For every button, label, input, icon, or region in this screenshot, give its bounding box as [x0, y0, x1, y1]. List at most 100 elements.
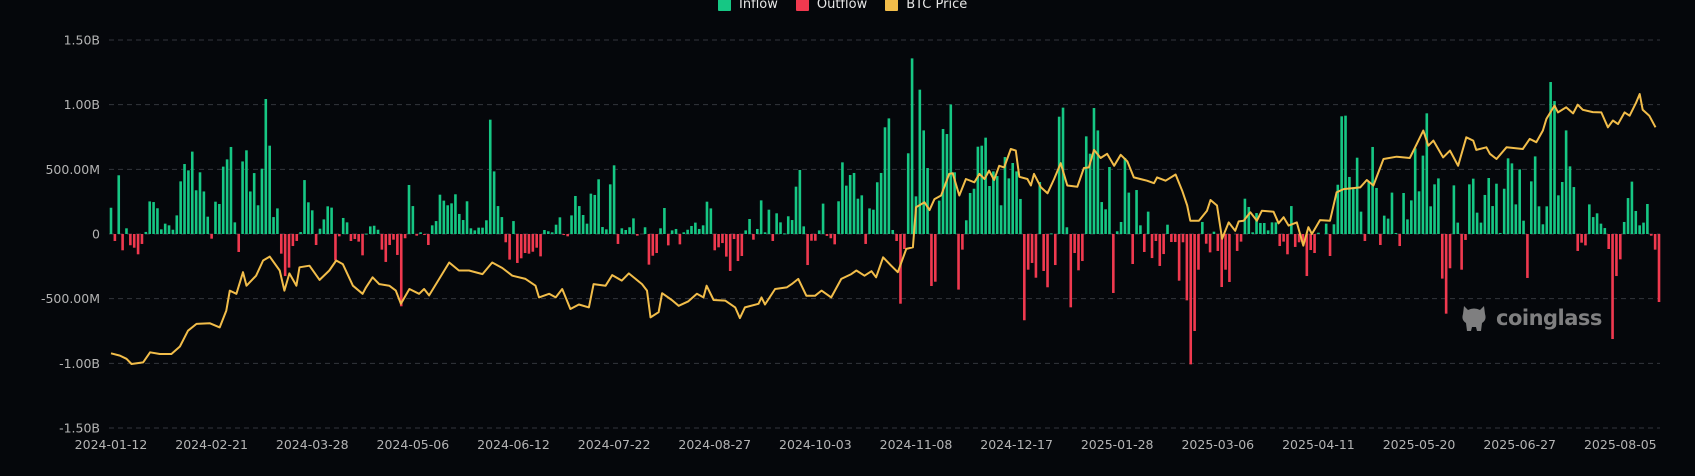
inflow-bar[interactable] — [1119, 221, 1123, 234]
outflow-bar[interactable] — [334, 234, 337, 261]
inflow-bar[interactable] — [434, 221, 438, 234]
inflow-bar[interactable] — [1135, 190, 1138, 234]
outflow-bar[interactable] — [732, 234, 736, 240]
inflow-bar[interactable] — [1266, 230, 1270, 234]
legend-inflow[interactable]: Inflow — [718, 0, 778, 12]
inflow-bar[interactable] — [841, 162, 844, 234]
inflow-bar[interactable] — [783, 233, 786, 235]
inflow-bar[interactable] — [117, 175, 121, 234]
outflow-bar[interactable] — [1309, 234, 1312, 251]
outflow-bar[interactable] — [1526, 234, 1529, 278]
inflow-bar[interactable] — [1410, 200, 1413, 234]
inflow-bar[interactable] — [976, 146, 980, 234]
inflow-bar[interactable] — [167, 225, 171, 234]
inflow-bar[interactable] — [1588, 204, 1591, 234]
outflow-bar[interactable] — [1185, 234, 1189, 301]
inflow-bar[interactable] — [488, 119, 492, 234]
outflow-bar[interactable] — [810, 234, 813, 241]
inflow-bar[interactable] — [1603, 228, 1607, 234]
outflow-bar[interactable] — [132, 234, 136, 248]
inflow-bar[interactable] — [624, 229, 628, 234]
inflow-bar[interactable] — [593, 194, 597, 234]
inflow-bar[interactable] — [1274, 222, 1278, 234]
inflow-bar[interactable] — [852, 172, 856, 234]
inflow-bar[interactable] — [198, 172, 202, 234]
outflow-bar[interactable] — [1278, 234, 1282, 247]
inflow-bar[interactable] — [1251, 232, 1254, 234]
inflow-bar[interactable] — [307, 202, 310, 234]
inflow-bar[interactable] — [1471, 178, 1475, 234]
inflow-bar[interactable] — [1270, 222, 1274, 234]
outflow-bar[interactable] — [357, 234, 360, 242]
outflow-bar[interactable] — [713, 234, 717, 251]
outflow-bar[interactable] — [1026, 234, 1030, 270]
inflow-bar[interactable] — [163, 223, 167, 234]
outflow-bar[interactable] — [1046, 234, 1049, 288]
inflow-bar[interactable] — [1429, 206, 1432, 234]
inflow-bar[interactable] — [1371, 146, 1374, 234]
inflow-bar[interactable] — [1417, 191, 1421, 234]
outflow-bar[interactable] — [1657, 234, 1661, 303]
inflow-bar[interactable] — [1375, 187, 1378, 234]
outflow-bar[interactable] — [930, 234, 933, 286]
inflow-bar[interactable] — [891, 229, 895, 234]
outflow-bar[interactable] — [1363, 234, 1367, 241]
outflow-bar[interactable] — [287, 234, 291, 268]
outflow-bar[interactable] — [678, 234, 682, 245]
outflow-bar[interactable] — [1023, 234, 1026, 321]
inflow-bar[interactable] — [926, 168, 929, 234]
inflow-bar[interactable] — [454, 194, 457, 234]
inflow-bar[interactable] — [322, 219, 326, 234]
inflow-bar[interactable] — [241, 161, 244, 234]
inflow-bar[interactable] — [984, 137, 987, 234]
inflow-bar[interactable] — [1166, 224, 1169, 234]
outflow-bar[interactable] — [295, 234, 299, 241]
outflow-bar[interactable] — [1042, 234, 1045, 271]
outflow-bar[interactable] — [1328, 234, 1332, 256]
inflow-bar[interactable] — [949, 104, 953, 234]
inflow-bar[interactable] — [187, 170, 190, 234]
outflow-bar[interactable] — [636, 234, 639, 236]
inflow-bar[interactable] — [1386, 218, 1390, 234]
inflow-bar[interactable] — [512, 221, 515, 234]
inflow-bar[interactable] — [775, 213, 778, 234]
inflow-bar[interactable] — [972, 188, 976, 234]
outflow-bar[interactable] — [717, 234, 720, 248]
inflow-bar[interactable] — [1108, 167, 1111, 234]
inflow-bar[interactable] — [941, 128, 945, 234]
outflow-bar[interactable] — [1239, 234, 1243, 242]
inflow-bar[interactable] — [910, 58, 914, 235]
inflow-bar[interactable] — [1499, 232, 1502, 234]
inflow-bar[interactable] — [1452, 185, 1456, 234]
outflow-bar[interactable] — [1053, 234, 1057, 266]
outflow-bar[interactable] — [1073, 234, 1076, 254]
inflow-bar[interactable] — [1092, 108, 1096, 234]
outflow-bar[interactable] — [1173, 234, 1177, 243]
inflow-bar[interactable] — [1533, 156, 1537, 234]
outflow-bar[interactable] — [1649, 234, 1653, 236]
inflow-bar[interactable] — [1096, 130, 1100, 234]
inflow-bar[interactable] — [233, 222, 237, 234]
inflow-bar[interactable] — [690, 225, 693, 234]
outflow-bar[interactable] — [384, 234, 388, 262]
outflow-bar[interactable] — [655, 234, 658, 254]
inflow-bar[interactable] — [1201, 221, 1204, 234]
inflow-bar[interactable] — [1127, 192, 1131, 234]
inflow-bar[interactable] — [868, 208, 871, 234]
outflow-bar[interactable] — [566, 234, 569, 237]
inflow-bar[interactable] — [473, 230, 477, 234]
inflow-bar[interactable] — [365, 233, 368, 235]
inflow-bar[interactable] — [160, 229, 163, 234]
inflow-bar[interactable] — [794, 186, 798, 234]
inflow-bar[interactable] — [1146, 211, 1150, 234]
inflow-bar[interactable] — [620, 228, 624, 234]
inflow-bar[interactable] — [229, 146, 233, 234]
inflow-bar[interactable] — [887, 118, 891, 234]
outflow-bar[interactable] — [140, 234, 144, 244]
inflow-bar[interactable] — [1549, 82, 1552, 234]
inflow-bar[interactable] — [1487, 178, 1491, 234]
inflow-bar[interactable] — [1630, 181, 1634, 234]
inflow-bar[interactable] — [585, 223, 589, 234]
outflow-bar[interactable] — [388, 234, 391, 245]
inflow-bar[interactable] — [1019, 198, 1022, 234]
